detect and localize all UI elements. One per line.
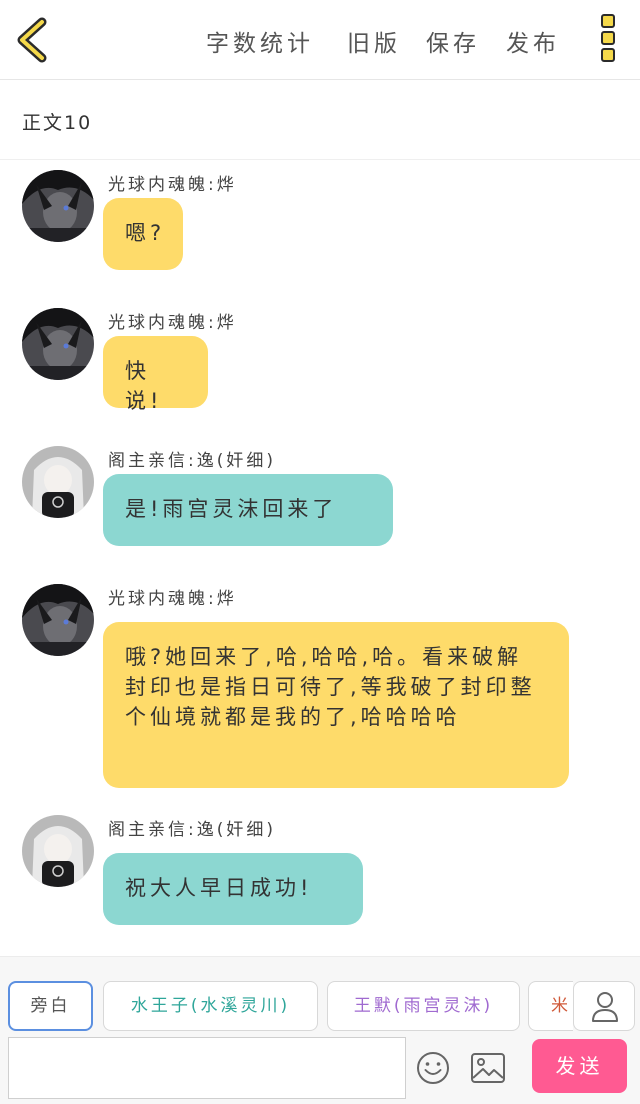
role-chip-narrator[interactable]: 旁白 (8, 981, 93, 1031)
save-button[interactable]: 保存 (426, 24, 480, 58)
word-count-button[interactable]: 字数统计 (206, 24, 314, 58)
chapter-header: 正文10 (0, 80, 640, 160)
publish-button[interactable]: 发布 (506, 24, 560, 58)
send-button[interactable]: 发送 (532, 1039, 627, 1093)
sender-name: 光球内魂魄:烨 (108, 313, 237, 333)
message-bubble[interactable]: 是!雨宫灵沫回来了 (103, 474, 393, 546)
message-bubble[interactable]: 快说! (103, 336, 208, 413)
sender-name: 光球内魂魄:烨 (108, 175, 237, 195)
avatar[interactable] (22, 170, 94, 242)
image-icon (471, 1053, 505, 1083)
emoji-button[interactable] (416, 1051, 450, 1085)
message-input[interactable] (8, 1037, 406, 1099)
more-vertical-icon[interactable] (596, 14, 620, 66)
avatar[interactable] (22, 308, 94, 380)
role-manager-button[interactable] (573, 981, 635, 1031)
message-bubble[interactable]: 祝大人早日成功! (103, 853, 363, 925)
chapter-title[interactable]: 正文10 (22, 108, 92, 135)
message-bubble[interactable]: 嗯? (103, 198, 183, 270)
message-bubble[interactable]: 哦?她回来了,哈,哈哈,哈。看来破解封印也是指日可待了,等我破了封印整个仙境就都… (103, 622, 569, 788)
role-chip-water-prince[interactable]: 水王子(水溪灵川) (103, 981, 318, 1031)
role-chip-partial[interactable]: 米 (528, 981, 573, 1031)
avatar[interactable] (22, 584, 94, 656)
old-version-button[interactable]: 旧版 (347, 24, 401, 58)
image-button[interactable] (470, 1052, 506, 1084)
sender-name: 阁主亲信:逸(奸细) (108, 451, 276, 471)
smiley-icon (417, 1052, 449, 1084)
sender-name: 光球内魂魄:烨 (108, 589, 237, 609)
avatar[interactable] (22, 815, 94, 887)
composer-bar: 旁白 水王子(水溪灵川) 王默(雨宫灵沫) 米 发送 (0, 956, 640, 1104)
user-icon (592, 992, 618, 1022)
chevron-left-icon (17, 17, 47, 63)
top-bar: 字数统计 旧版 保存 发布 (0, 0, 640, 80)
role-chip-wang-mo[interactable]: 王默(雨宫灵沫) (327, 981, 520, 1031)
sender-name: 阁主亲信:逸(奸细) (108, 820, 276, 840)
avatar[interactable] (22, 446, 94, 518)
back-button[interactable] (12, 16, 52, 64)
